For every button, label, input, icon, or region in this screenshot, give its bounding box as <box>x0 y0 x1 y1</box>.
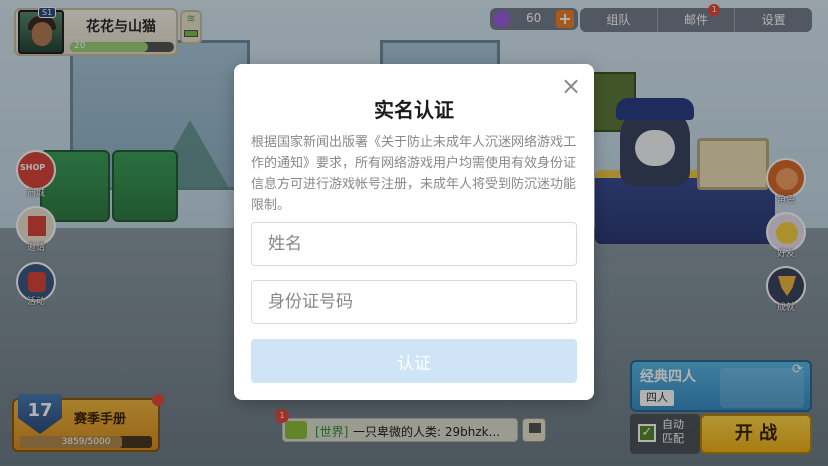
dialog-title: 实名认证 <box>374 98 454 122</box>
dialog-notice: 根据国家新闻出版署《关于防止未成年人沉迷网络游戏工作的通知》要求，所有网络游戏用… <box>251 135 577 213</box>
game-screen: S1 花花与山猫 20 ≋ 60 + 组队 邮件 1 设置 SHOP 商城 邀请… <box>0 0 828 466</box>
id-number-input[interactable] <box>251 280 577 324</box>
close-icon[interactable]: × <box>560 74 582 98</box>
name-input[interactable] <box>251 222 577 266</box>
real-name-auth-dialog: 实名认证 × 根据国家新闻出版署《关于防止未成年人沉迷网络游戏工作的通知》要求，… <box>234 64 594 400</box>
verify-button[interactable]: 认证 <box>251 339 577 383</box>
